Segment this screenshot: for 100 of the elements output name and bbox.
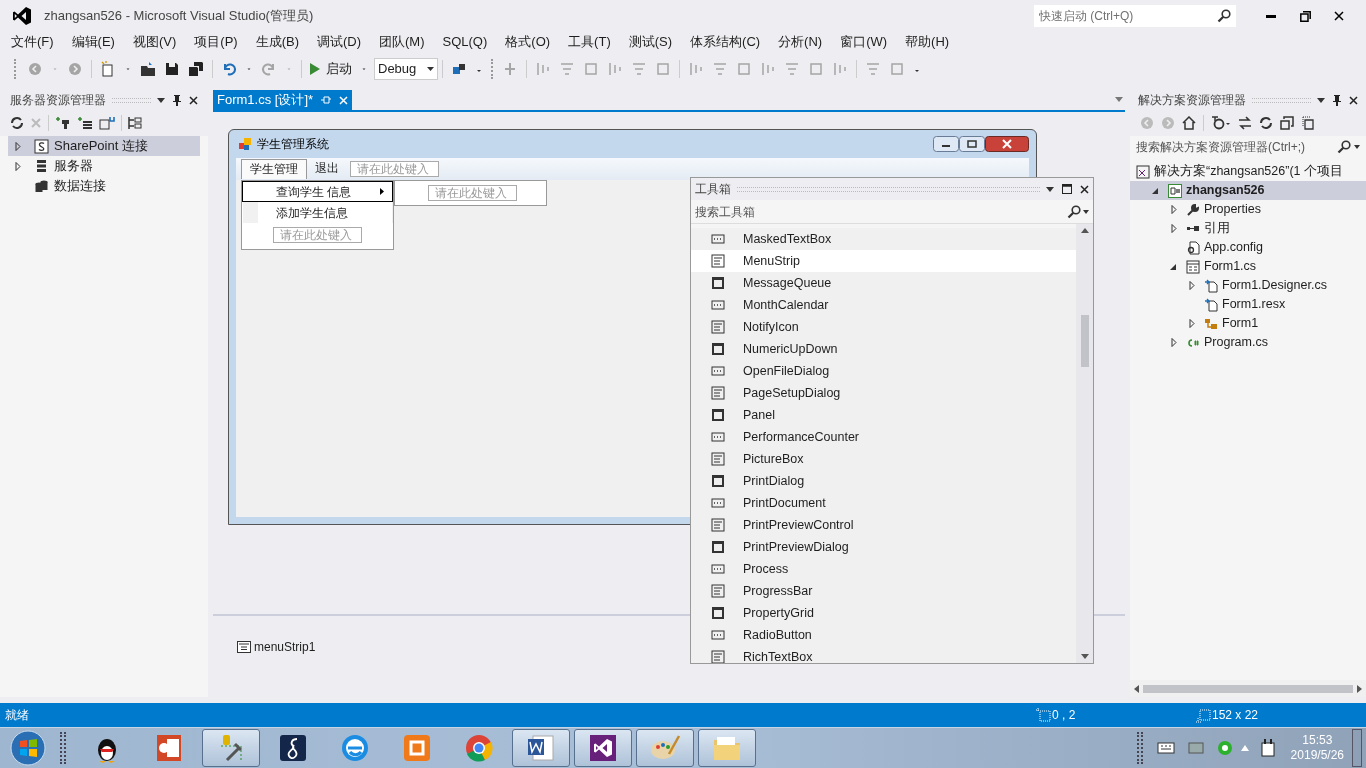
toolbox-item[interactable]: MessageQueue <box>691 272 1076 294</box>
maximize-icon[interactable] <box>1062 184 1072 194</box>
tree-item[interactable]: Form1 <box>1130 314 1366 333</box>
redo-icon[interactable] <box>261 61 277 77</box>
dropdown-item[interactable]: 添加学生信息 <box>242 202 393 223</box>
menu-item[interactable]: 测试(S) <box>621 32 680 52</box>
tree-item[interactable]: SharePoint 连接 <box>8 136 200 156</box>
find-icon[interactable] <box>451 61 467 77</box>
home-icon[interactable] <box>1182 116 1196 130</box>
search-field[interactable]: 搜索解决方案资源管理器(Ctrl+;) <box>1130 136 1337 158</box>
toolbox-item[interactable]: RichTextBox <box>691 646 1076 663</box>
toolbox-item[interactable]: MonthCalendar <box>691 294 1076 316</box>
taskbar-button[interactable] <box>512 729 570 767</box>
close-icon[interactable] <box>1080 184 1089 194</box>
scroll-right-icon[interactable] <box>1357 684 1362 693</box>
save-all-icon[interactable] <box>188 61 204 77</box>
menu-item[interactable]: 项目(P) <box>187 32 245 52</box>
add-server-icon[interactable] <box>77 116 93 130</box>
refresh-icon[interactable] <box>10 116 24 130</box>
dropdown-arrow-icon[interactable] <box>157 97 165 103</box>
toolbox-item[interactable]: MenuStrip <box>691 250 1076 272</box>
toolbox-item[interactable]: NumericUpDown <box>691 338 1076 360</box>
menu-item[interactable]: 生成(B) <box>248 32 306 52</box>
save-icon[interactable] <box>164 61 180 77</box>
power-icon[interactable] <box>1260 739 1275 757</box>
dropdown-arrow-icon[interactable] <box>1083 209 1089 214</box>
keyboard-icon[interactable] <box>1156 740 1175 756</box>
tree-item[interactable]: 解决方案“zhangsan526”(1 个项目 <box>1130 162 1366 181</box>
show-all-files-icon[interactable] <box>1301 116 1315 130</box>
back-icon[interactable] <box>27 61 43 77</box>
tree-item[interactable]: Form1.Designer.cs <box>1130 276 1366 295</box>
quick-launch-field[interactable]: 快速启动 (Ctrl+Q) <box>1034 5 1236 27</box>
tree-item[interactable]: 服务器 <box>8 156 200 176</box>
sync-status-icon[interactable] <box>1216 740 1233 756</box>
tree-item[interactable]: Properties <box>1130 200 1366 219</box>
menu-item[interactable]: 格式(O) <box>498 32 558 52</box>
menu-item[interactable]: 体系结构(C) <box>683 32 768 52</box>
scroll-thumb[interactable] <box>1080 315 1089 367</box>
toolbox-item[interactable]: PrintPreviewControl <box>691 514 1076 536</box>
tree-item[interactable]: 数据连接 <box>8 176 200 196</box>
close-icon[interactable] <box>1349 95 1358 105</box>
menu-item[interactable]: 窗口(W) <box>833 32 895 52</box>
menu-item[interactable]: 视图(V) <box>125 32 184 52</box>
scroll-down-icon[interactable] <box>1080 654 1089 659</box>
dropdown-arrow-icon[interactable] <box>1354 145 1360 149</box>
toolbox-item[interactable]: NotifyIcon <box>691 316 1076 338</box>
grid-icon[interactable] <box>502 61 518 77</box>
tree-view-icon[interactable] <box>128 116 142 130</box>
pin-icon[interactable] <box>173 94 181 106</box>
tree-item[interactable]: App.config <box>1130 238 1366 257</box>
tree-item[interactable]: 引用 <box>1130 219 1366 238</box>
toolbox-item[interactable]: PerformanceCounter <box>691 426 1076 448</box>
toolbox-item[interactable]: PropertyGrid <box>691 602 1076 624</box>
toolbox-item[interactable]: Process <box>691 558 1076 580</box>
undo-icon[interactable] <box>221 61 237 77</box>
dropdown-arrow-icon[interactable] <box>1317 97 1325 103</box>
pin-icon[interactable] <box>1333 94 1341 106</box>
tray-component[interactable]: menuStrip1 <box>237 638 316 656</box>
show-desktop-button[interactable] <box>1352 729 1362 767</box>
tray-arrow-icon[interactable] <box>1240 745 1249 751</box>
menu-item[interactable]: 帮助(H) <box>898 32 957 52</box>
open-file-icon[interactable] <box>140 61 156 77</box>
connect-icon[interactable] <box>55 116 71 130</box>
sharepoint-connect-icon[interactable] <box>99 116 115 130</box>
refresh-icon[interactable] <box>1259 116 1273 130</box>
form-menu-item[interactable]: 退出 <box>307 159 347 179</box>
new-project-icon[interactable] <box>100 61 116 77</box>
toolbox-item[interactable]: Panel <box>691 404 1076 426</box>
menu-item[interactable]: 团队(M) <box>372 32 432 52</box>
form-menu-item[interactable]: 学生管理 <box>241 159 307 179</box>
toolbox-item[interactable]: RadioButton <box>691 624 1076 646</box>
start-button[interactable]: 启动 <box>306 58 356 80</box>
dropdown-arrow-icon[interactable] <box>1046 186 1054 192</box>
toolbox-item[interactable]: PictureBox <box>691 448 1076 470</box>
taskbar-button[interactable] <box>574 729 632 767</box>
scroll-thumb[interactable] <box>1143 684 1353 693</box>
toolbox-item[interactable]: MaskedTextBox <box>691 228 1076 250</box>
toolbox-item[interactable]: PageSetupDialog <box>691 382 1076 404</box>
tree-item[interactable]: Program.cs <box>1130 333 1366 352</box>
menu-item[interactable]: 文件(F) <box>4 32 61 52</box>
collapse-all-icon[interactable] <box>1280 116 1294 130</box>
close-button[interactable] <box>985 136 1029 152</box>
toolbox-item[interactable]: PrintDialog <box>691 470 1076 492</box>
toolbox-item[interactable]: PrintPreviewDialog <box>691 536 1076 558</box>
menu-item[interactable]: 编辑(E) <box>64 32 122 52</box>
dropdown-item[interactable]: 查询学生 信息 <box>242 181 393 202</box>
scroll-left-icon[interactable] <box>1134 684 1139 693</box>
toolbox-item[interactable]: PrintDocument <box>691 492 1076 514</box>
tree-item[interactable]: Form1.resx <box>1130 295 1366 314</box>
menu-item[interactable]: 分析(N) <box>771 32 830 52</box>
history-icon[interactable] <box>1211 116 1231 130</box>
menu-item[interactable]: 工具(T) <box>561 32 618 52</box>
menu-item[interactable]: SQL(Q) <box>435 32 495 52</box>
close-icon[interactable] <box>189 95 198 105</box>
toolbox-item[interactable]: OpenFileDialog <box>691 360 1076 382</box>
forward-icon[interactable] <box>67 61 83 77</box>
sync-icon[interactable] <box>1238 116 1252 130</box>
tree-item[interactable]: zhangsan526 <box>1130 181 1366 200</box>
minimize-button[interactable] <box>933 136 959 152</box>
scrollbar[interactable] <box>1076 224 1093 663</box>
